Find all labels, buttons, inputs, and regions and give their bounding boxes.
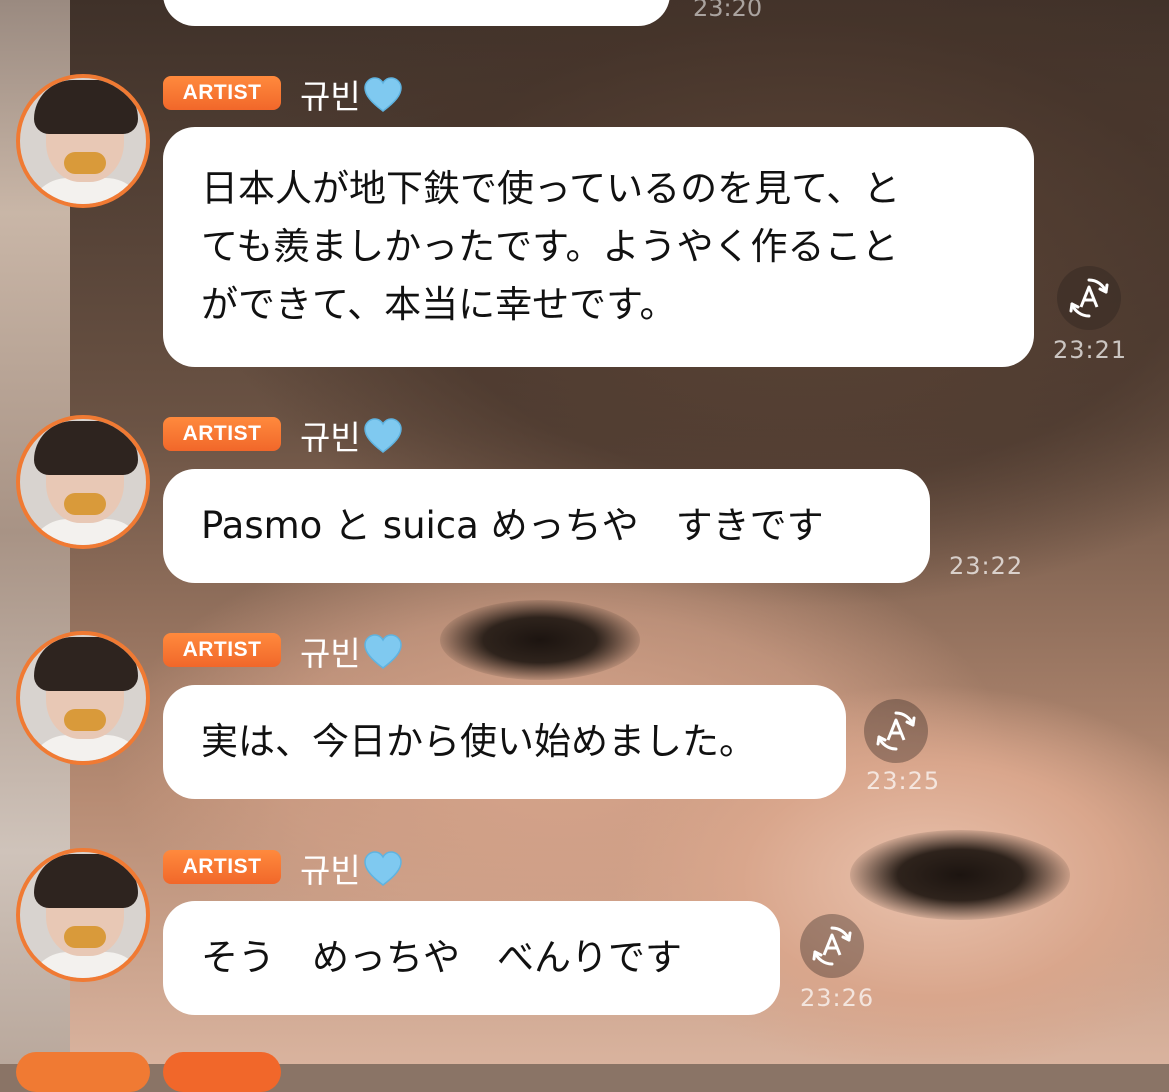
blue-heart-icon	[363, 417, 403, 457]
translate-button[interactable]	[1057, 266, 1121, 330]
message-time: 23:20	[693, 0, 763, 22]
translate-button[interactable]	[864, 699, 928, 763]
next-badge-peek	[163, 1052, 281, 1092]
translate-icon	[812, 926, 852, 966]
previous-message-bubble[interactable]	[163, 0, 670, 26]
message-bubble[interactable]: 日本人が地下鉄で使っているのを見て、と ても羨ましかったです。ようやく作ること …	[163, 127, 1034, 367]
translate-icon	[876, 711, 916, 751]
background-eye	[850, 830, 1070, 920]
avatar[interactable]	[16, 631, 150, 765]
message-bubble[interactable]: そう めっちや べんりです	[163, 901, 780, 1015]
message-bubble[interactable]: 実は、今日から使い始めました。	[163, 685, 846, 799]
sender-name: 규빈	[300, 417, 403, 457]
avatar[interactable]	[16, 74, 150, 208]
avatar[interactable]	[16, 415, 150, 549]
sender-name: 규빈	[300, 633, 403, 673]
blue-heart-icon	[363, 633, 403, 673]
sender-name: 규빈	[300, 850, 403, 890]
sender-name-text: 규빈	[300, 633, 361, 673]
artist-badge: ARTIST	[163, 850, 281, 884]
sender-name-text: 규빈	[300, 850, 361, 890]
blue-heart-icon	[363, 76, 403, 116]
message-time: 23:21	[1053, 336, 1128, 364]
sender-name: 규빈	[300, 76, 403, 116]
message-bubble[interactable]: Pasmo と suica めっちや すきです	[163, 469, 930, 583]
sender-name-text: 규빈	[300, 417, 361, 457]
message-time: 23:26	[800, 984, 875, 1012]
artist-badge: ARTIST	[163, 76, 281, 110]
translate-button[interactable]	[800, 914, 864, 978]
sender-name-text: 규빈	[300, 76, 361, 116]
translate-icon	[1069, 278, 1109, 318]
message-time: 23:22	[949, 552, 1024, 580]
background-eye	[440, 600, 640, 680]
blue-heart-icon	[363, 850, 403, 890]
message-time: 23:25	[866, 767, 941, 795]
avatar[interactable]	[16, 848, 150, 982]
artist-badge: ARTIST	[163, 417, 281, 451]
artist-badge: ARTIST	[163, 633, 281, 667]
next-avatar-peek	[16, 1052, 150, 1092]
